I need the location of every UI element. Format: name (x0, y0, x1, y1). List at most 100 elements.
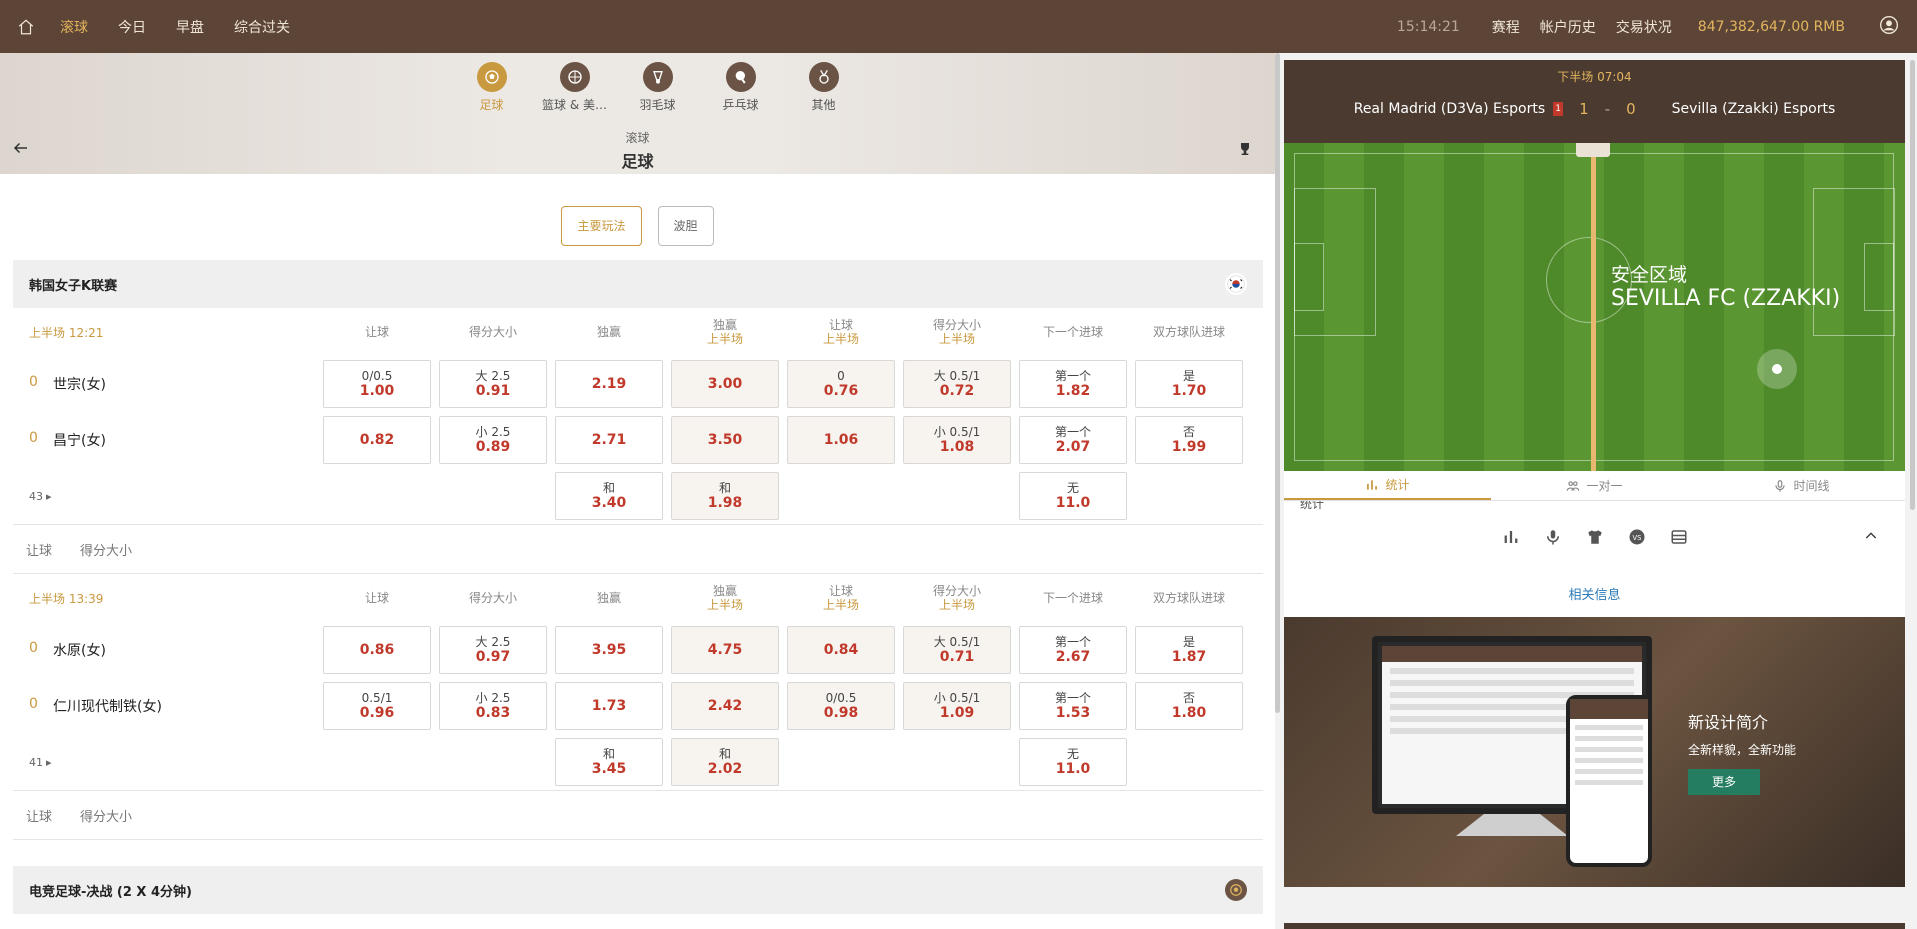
odds-value: 3.40 (591, 495, 627, 511)
odds-button[interactable]: 2.71 (555, 416, 663, 464)
odds-button[interactable]: 3.95 (555, 626, 663, 674)
sport-other[interactable]: 其他 (782, 62, 865, 113)
column-title: 得分大小 (468, 591, 517, 605)
tab-stats[interactable]: 统计 (1284, 471, 1491, 500)
collapse-chevron-icon[interactable] (1576, 143, 1610, 157)
nav-early[interactable]: 早盘 (176, 17, 204, 37)
odds-button[interactable]: 1.06 (787, 416, 895, 464)
odds-button[interactable]: 是 1.70 (1135, 360, 1243, 408)
tab-main-markets[interactable]: 主要玩法 (561, 206, 642, 246)
odds-button[interactable]: 2.19 (555, 360, 663, 408)
trophy-icon[interactable] (1237, 141, 1253, 161)
odds-button[interactable]: 大 2.5 0.91 (439, 360, 547, 408)
sport-badminton[interactable]: 羽毛球 (616, 62, 699, 113)
esports-icon (1225, 879, 1247, 901)
microphone-icon[interactable] (1544, 528, 1562, 550)
odds-button[interactable]: 第一个 2.67 (1019, 626, 1127, 674)
right-scrollbar[interactable] (1910, 60, 1915, 510)
lineup-icon[interactable] (1670, 528, 1688, 550)
more-markets[interactable]: 43 ▸ (13, 490, 319, 503)
odds-value: 1.00 (359, 383, 395, 399)
link-account-history[interactable]: 帐户历史 (1540, 17, 1596, 37)
match-clock: 上半场 13:39 (29, 591, 104, 606)
odds-button[interactable]: 否 1.80 (1135, 682, 1243, 730)
team-row: 0 仁川现代制铁(女) 0.5/1 0.96 小 2.5 0.83 1.73 2.42 0/0.… (13, 678, 1263, 734)
tab-timeline[interactable]: 时间线 (1698, 471, 1905, 500)
tab-head-to-head[interactable]: 一对一 (1491, 471, 1698, 500)
chevron-right-icon: ▸ (46, 489, 52, 503)
left-scrollbar[interactable] (1275, 53, 1280, 713)
odds-button[interactable]: 0.82 (323, 416, 431, 464)
odds-button[interactable]: 大 2.5 0.97 (439, 626, 547, 674)
jersey-icon[interactable] (1586, 528, 1604, 550)
footer-handicap[interactable]: 让球 (26, 806, 52, 825)
odds-button[interactable]: 0.84 (787, 626, 895, 674)
odds-button[interactable]: 和 3.40 (555, 472, 663, 520)
odds-button[interactable]: 和 2.02 (671, 738, 779, 786)
odds-button[interactable]: 小 0.5/1 1.09 (903, 682, 1011, 730)
odds-button[interactable]: 是 1.87 (1135, 626, 1243, 674)
sport-basketball[interactable]: 篮球 & 美… (533, 62, 616, 113)
related-info-link[interactable]: 相关信息 (1284, 581, 1905, 617)
league-header[interactable]: 韩国女子K联赛 (13, 260, 1263, 308)
odds-value: 0.98 (823, 705, 859, 721)
odds-button[interactable]: 第一个 1.53 (1019, 682, 1127, 730)
back-arrow-icon[interactable] (12, 139, 30, 161)
nav-parlay[interactable]: 综合过关 (234, 17, 290, 37)
odds-button[interactable]: 2.42 (671, 682, 779, 730)
tab-label: 统计 (1385, 478, 1410, 492)
league-header[interactable]: 电竞足球-决战 (2 X 4分钟) (13, 866, 1263, 914)
odds-button[interactable]: 否 1.99 (1135, 416, 1243, 464)
odds-button[interactable]: 0 0.76 (787, 360, 895, 408)
odds-line: 第一个 (1054, 425, 1091, 439)
more-markets[interactable]: 41 ▸ (13, 756, 319, 769)
odds-button[interactable]: 3.00 (671, 360, 779, 408)
tab-correct-score[interactable]: 波胆 (657, 206, 714, 246)
more-markets-count[interactable]: 43 (29, 490, 43, 503)
nav-today[interactable]: 今日 (118, 17, 146, 37)
bar-chart-icon[interactable] (1502, 528, 1520, 550)
odds-line: 大 2.5 (475, 369, 511, 383)
footer-total[interactable]: 得分大小 (80, 540, 132, 559)
home-icon[interactable] (6, 18, 46, 36)
nav-live[interactable]: 滚球 (60, 17, 88, 37)
odds-button[interactable]: 无 11.0 (1019, 472, 1127, 520)
scoreboard: 下半场 07:04 Real Madrid (D3Va) Esports 1 1… (1284, 60, 1905, 143)
odds-button[interactable]: 大 0.5/1 0.72 (903, 360, 1011, 408)
odds-value: 0.83 (475, 705, 511, 721)
odds-button[interactable]: 4.75 (671, 626, 779, 674)
footer-handicap[interactable]: 让球 (26, 540, 52, 559)
sport-table-tennis[interactable]: 乒乓球 (699, 62, 782, 113)
odds-button[interactable]: 1.73 (555, 682, 663, 730)
odds-button[interactable]: 小 0.5/1 1.08 (903, 416, 1011, 464)
column-title: 让球 (364, 591, 389, 605)
home-team: Real Madrid (D3Va) Esports (1353, 101, 1546, 117)
team-name: 仁川现代制铁(女) (53, 699, 162, 715)
versus-icon[interactable]: VS (1628, 528, 1646, 550)
odds-button[interactable]: 小 2.5 0.89 (439, 416, 547, 464)
promo-more-button[interactable]: 更多 (1688, 769, 1760, 795)
odds-button[interactable]: 第一个 2.07 (1019, 416, 1127, 464)
more-markets-count[interactable]: 41 (29, 756, 43, 769)
odds-button[interactable]: 0.5/1 0.96 (323, 682, 431, 730)
odds-button[interactable]: 小 2.5 0.83 (439, 682, 547, 730)
odds-button[interactable]: 0/0.5 1.00 (323, 360, 431, 408)
odds-button[interactable]: 0/0.5 0.98 (787, 682, 895, 730)
chevron-up-icon[interactable] (1863, 528, 1879, 548)
odds-value: 4.75 (707, 641, 743, 658)
odds-value: 1.06 (823, 431, 859, 448)
draw-row: 41 ▸ 和 3.45 和 2.02 无 11.0 (13, 734, 1263, 790)
odds-button[interactable]: 和 1.98 (671, 472, 779, 520)
odds-button[interactable]: 第一个 1.82 (1019, 360, 1127, 408)
odds-button[interactable]: 大 0.5/1 0.71 (903, 626, 1011, 674)
odds-line: 0 (837, 369, 845, 383)
odds-button[interactable]: 0.86 (323, 626, 431, 674)
link-schedule[interactable]: 赛程 (1492, 17, 1520, 37)
footer-total[interactable]: 得分大小 (80, 806, 132, 825)
sport-football[interactable]: 足球 (450, 62, 533, 113)
odds-button[interactable]: 和 3.45 (555, 738, 663, 786)
odds-button[interactable]: 无 11.0 (1019, 738, 1127, 786)
user-icon[interactable] (1879, 15, 1899, 39)
link-transactions[interactable]: 交易状况 (1616, 17, 1672, 37)
odds-button[interactable]: 3.50 (671, 416, 779, 464)
